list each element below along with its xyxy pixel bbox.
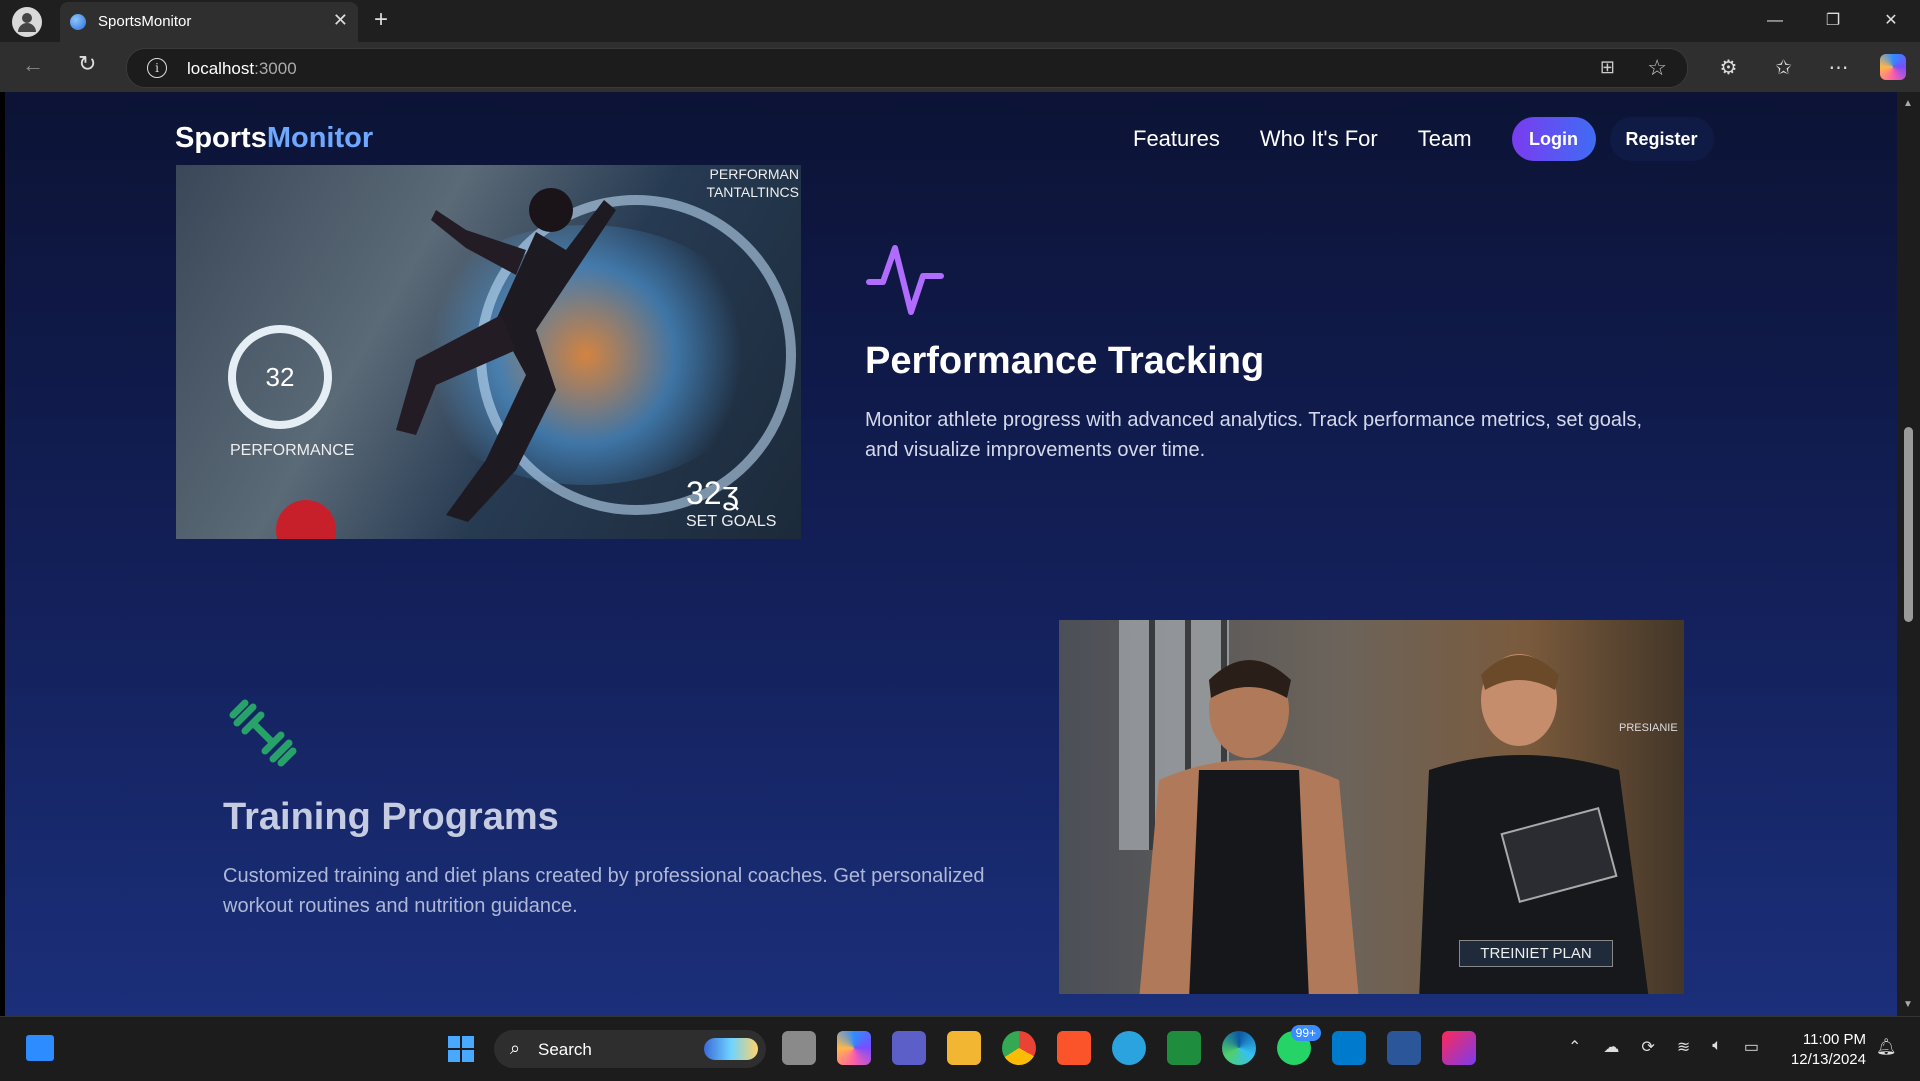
restore-button[interactable]: ❐	[1804, 0, 1862, 42]
page-viewport: SportsMonitor Features Who It's For Team…	[5, 92, 1897, 1016]
site-logo[interactable]: SportsMonitor	[175, 122, 373, 155]
training-programs-image: PRESIANIE TREINIET PLAN	[1059, 620, 1684, 994]
runner-silhouette	[396, 188, 616, 522]
browser-titlebar: SportsMonitor ✕ + — ❐ ✕	[0, 0, 1920, 42]
feature-title: Performance Tracking	[865, 340, 1265, 382]
chevron-up-icon[interactable]: ⌃	[1568, 1037, 1581, 1057]
widgets-icon[interactable]	[26, 1035, 54, 1061]
page-scrollbar[interactable]: ▲ ▼	[1897, 92, 1920, 1016]
site-nav: Features Who It's For Team Login Registe…	[1133, 117, 1714, 161]
taskbar-search[interactable]: ⌕ Search	[494, 1030, 766, 1068]
feature-description: Customized training and diet plans creat…	[223, 865, 985, 917]
scroll-up-icon[interactable]: ▲	[1903, 98, 1913, 109]
new-tab-button[interactable]: +	[374, 6, 388, 34]
chrome-icon[interactable]	[1002, 1031, 1036, 1065]
performance-tracking-image: PERFORMAN TANTALTINCS 32 PERFORMANCE 32ʓ…	[176, 165, 801, 539]
image-goal-label: SET GOALS	[686, 513, 777, 530]
gauge-value: 32	[265, 361, 295, 392]
search-label: Search	[538, 1040, 592, 1059]
window-controls: — ❐ ✕	[1746, 0, 1920, 42]
extensions-icon[interactable]: ⚙	[1701, 55, 1756, 80]
onedrive-icon[interactable]: ☁	[1603, 1037, 1619, 1057]
login-button[interactable]: Login	[1511, 117, 1596, 161]
vscode-icon[interactable]	[1332, 1031, 1366, 1065]
profile-icon	[22, 13, 32, 23]
toolbar-icons: ⚙ ✩ ⋯	[1701, 42, 1920, 92]
nav-features[interactable]: Features	[1133, 126, 1220, 152]
system-tray: ⌃ ☁ ⟳ ≋ 🔈︎ ▭	[1568, 1037, 1781, 1057]
athlete-figure	[1139, 660, 1359, 994]
task-view-icon[interactable]	[782, 1031, 816, 1065]
image-plan-caption: TREINIET PLAN	[1459, 940, 1613, 967]
favicon-icon	[70, 14, 86, 30]
search-icon: ⌕	[510, 1038, 521, 1058]
dumbbell-icon	[229, 699, 297, 767]
scroll-down-icon[interactable]: ▼	[1903, 999, 1913, 1010]
feature-description: Monitor athlete progress with advanced a…	[865, 409, 1643, 461]
ball-graphic	[276, 500, 336, 539]
address-bar[interactable]: i localhost:3000 ⊞ ☆	[126, 48, 1688, 88]
copilot-icon[interactable]	[1880, 54, 1906, 80]
word-icon[interactable]	[1387, 1031, 1421, 1065]
profile-button[interactable]	[12, 7, 42, 37]
copilot-app-icon[interactable]	[837, 1031, 871, 1065]
image-text-top: PERFORMAN TANTALTINCS	[706, 166, 799, 200]
brave-icon[interactable]	[1057, 1031, 1091, 1065]
favorites-icon[interactable]: ✩	[1756, 55, 1811, 80]
url-text[interactable]: localhost:3000	[187, 59, 297, 79]
intellij-icon[interactable]	[1442, 1031, 1476, 1065]
register-button[interactable]: Register	[1609, 117, 1714, 161]
search-highlight-icon	[704, 1038, 758, 1060]
taskbar: ⌕ Search 99+ ⌃ ☁ ⟳ ≋ 🔈︎ ▭ 11:00 PM 12/13…	[0, 1016, 1920, 1081]
tab-title: SportsMonitor	[98, 13, 192, 30]
notification-badge: 99+	[1290, 1025, 1321, 1041]
clock[interactable]: 11:00 PM 12/13/2024	[1786, 1030, 1866, 1070]
whatsapp-icon[interactable]: 99+	[1277, 1025, 1321, 1065]
teams-icon[interactable]	[892, 1031, 926, 1065]
image-side-label: PRESIANIE	[1619, 722, 1678, 734]
edge-icon[interactable]	[1222, 1031, 1256, 1065]
app-available-icon[interactable]: ⊞	[1600, 57, 1615, 78]
scroll-thumb[interactable]	[1904, 427, 1913, 622]
reload-icon[interactable]: ↻	[78, 51, 96, 77]
notification-icon[interactable]: 🔔︎	[1876, 1037, 1896, 1057]
start-icon[interactable]	[448, 1036, 474, 1062]
taskbar-apps: 99+	[782, 1025, 1497, 1065]
close-window-button[interactable]: ✕	[1862, 0, 1920, 42]
sync-icon[interactable]: ⟳	[1641, 1037, 1654, 1057]
image-stat: 32ʓ	[686, 475, 740, 511]
back-arrow-icon[interactable]: ←	[22, 52, 44, 78]
feature-title: Training Programs	[223, 796, 559, 838]
volume-icon[interactable]: 🔈︎	[1712, 1037, 1722, 1057]
meet-icon[interactable]	[1167, 1031, 1201, 1065]
tab-close-icon[interactable]: ✕	[333, 10, 348, 31]
site-info-icon[interactable]: i	[147, 58, 167, 78]
gauge-graphic: 32	[228, 325, 332, 429]
telegram-icon[interactable]	[1112, 1031, 1146, 1065]
minimize-button[interactable]: —	[1746, 0, 1804, 42]
clock-date: 12/13/2024	[1790, 1051, 1866, 1068]
battery-icon[interactable]: ▭	[1744, 1037, 1759, 1057]
wifi-icon[interactable]: ≋	[1677, 1037, 1690, 1057]
more-icon[interactable]: ⋯	[1811, 55, 1866, 80]
pulse-icon	[866, 245, 944, 315]
file-explorer-icon[interactable]	[947, 1031, 981, 1065]
clock-time: 11:00 PM	[1802, 1031, 1866, 1048]
nav-who-its-for[interactable]: Who It's For	[1260, 126, 1378, 152]
browser-tab[interactable]: SportsMonitor ✕	[60, 2, 358, 42]
gauge-label: PERFORMANCE	[230, 442, 355, 459]
browser-toolbar: ← ↻ i localhost:3000 ⊞ ☆ ⚙ ✩ ⋯	[0, 42, 1920, 92]
favorite-star-icon[interactable]: ☆	[1647, 55, 1667, 81]
nav-team[interactable]: Team	[1418, 126, 1472, 152]
